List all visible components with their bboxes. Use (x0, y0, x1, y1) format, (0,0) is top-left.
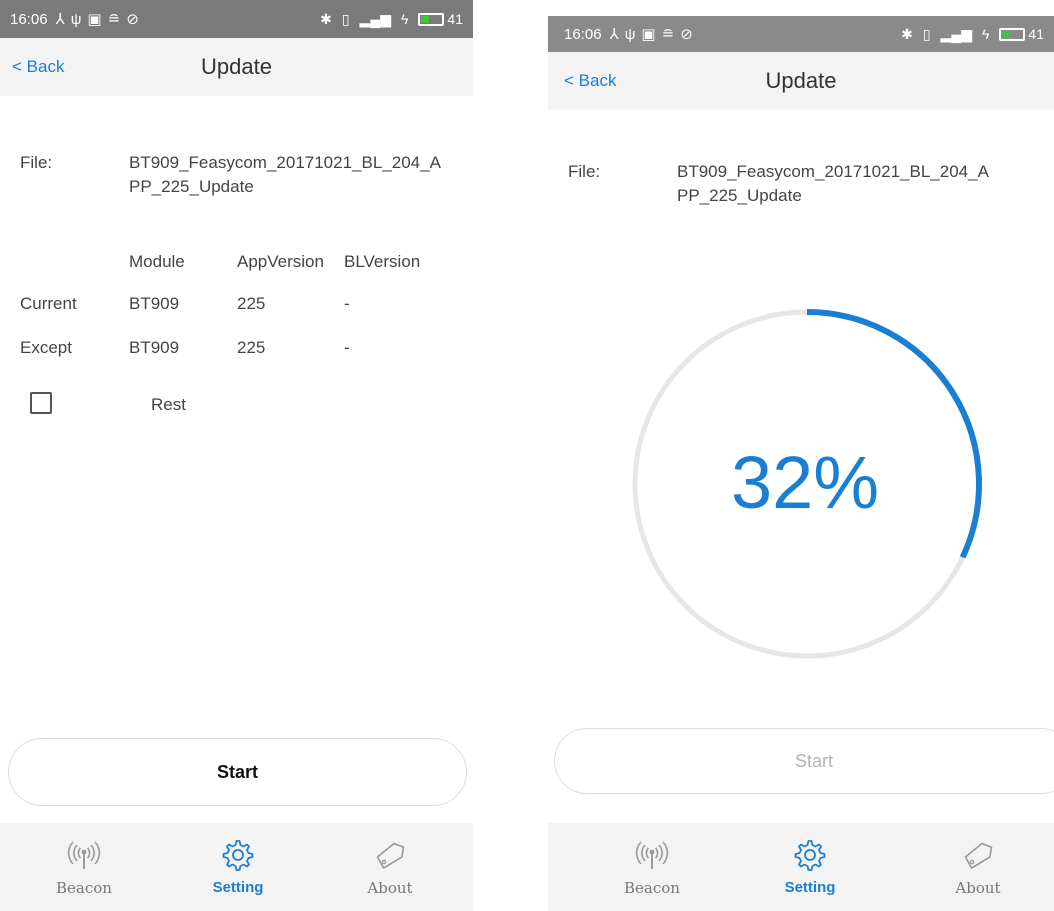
bottom-tab-bar: Beacon Setting About (0, 823, 473, 911)
vibrate-icon: ▯ (922, 25, 931, 42)
start-button[interactable]: Start (554, 728, 1054, 794)
status-bar: 16:06 ⅄ψ▣≘⊘ ✱ ▯ ▂▄▆ ϟ 41 (548, 16, 1054, 52)
usb-icon: ψ (70, 11, 88, 28)
check-icon: ⊘ (680, 26, 699, 43)
battery-icon: 41 (418, 11, 463, 27)
update-screen-initial: 16:06 ⅄ψ▣≘⊘ ✱ ▯ ▂▄▆ ϟ 41 < Back Update F… (0, 0, 473, 911)
current-module: BT909 (129, 294, 180, 313)
tab-beacon[interactable]: Beacon (592, 823, 712, 911)
tab-label: About (955, 879, 1001, 897)
tab-label: Setting (784, 879, 836, 896)
except-module: BT909 (129, 338, 180, 357)
row-label-current: Current (20, 294, 77, 313)
status-system-icons: ✱ ▯ ▂▄▆ ϟ 41 (320, 11, 463, 28)
status-bar: 16:06 ⅄ψ▣≘⊘ ✱ ▯ ▂▄▆ ϟ 41 (0, 0, 473, 38)
update-content: File: BT909_Feasycom_20171021_BL_204_A P… (0, 96, 473, 823)
current-app-version: 225 (237, 294, 266, 313)
android-debug-icon: ≘ (107, 11, 127, 28)
column-header-module: Module (129, 252, 185, 271)
file-name-line: PP_225_Update (677, 186, 802, 205)
status-time: 16:06 (10, 10, 48, 28)
bottom-tab-bar: Beacon Setting About (548, 823, 1054, 911)
battery-level: 41 (447, 11, 463, 27)
signal-4g-icon: ▂▄▆ (940, 25, 972, 42)
status-notification-icons: ⅄ψ▣≘⊘ (56, 10, 145, 28)
page-title: Update (201, 54, 272, 79)
status-notification-icons: ⅄ψ▣≘⊘ (610, 25, 699, 43)
current-bl-version: - (344, 294, 350, 313)
file-label: File: (568, 162, 601, 181)
status-system-icons: ✱ ▯ ▂▄▆ ϟ 41 (901, 26, 1044, 43)
tab-about[interactable]: About (918, 823, 1038, 911)
except-bl-version: - (344, 338, 350, 357)
battery-icon: 41 (999, 26, 1044, 42)
file-label: File: (20, 153, 53, 172)
tag-icon (964, 842, 993, 869)
navigation-bar: < Back Update (0, 38, 473, 96)
charging-icon: ϟ (401, 11, 409, 27)
beacon-icon (635, 841, 669, 869)
screenshot-icon: ▣ (87, 11, 108, 28)
reset-checkbox[interactable] (30, 392, 52, 414)
reset-label: Rest (151, 395, 186, 414)
tab-label: Setting (212, 879, 264, 896)
file-name-line: BT909_Feasycom_20171021_BL_204_A (129, 153, 441, 172)
progress-ring: 32% (625, 308, 985, 660)
update-screen-in-progress: 16:06 ⅄ψ▣≘⊘ ✱ ▯ ▂▄▆ ϟ 41 < Back Update F… (548, 0, 1054, 911)
status-time: 16:06 (564, 25, 602, 43)
file-name-line: PP_225_Update (129, 177, 254, 196)
check-icon: ⊘ (126, 11, 145, 28)
charging-icon: ϟ (982, 26, 990, 42)
usb-icon: ψ (624, 26, 642, 43)
signal-4g-icon: ▂▄▆ (359, 10, 391, 27)
column-header-bl-version: BLVersion (344, 252, 421, 271)
android-debug-icon: ≘ (661, 26, 681, 43)
tab-setting[interactable]: Setting (178, 823, 298, 911)
vibrate-icon: ▯ (341, 10, 350, 27)
file-name-line: BT909_Feasycom_20171021_BL_204_A (677, 162, 989, 181)
except-app-version: 225 (237, 338, 266, 357)
column-header-app-version: AppVersion (237, 252, 324, 271)
tab-label: About (367, 879, 413, 897)
beacon-icon (67, 841, 101, 869)
tab-label: Beacon (56, 879, 112, 897)
page-title: Update (765, 68, 837, 93)
file-name: BT909_Feasycom_20171021_BL_204_A PP_225_… (677, 160, 989, 208)
start-button[interactable]: Start (8, 738, 467, 806)
tab-setting[interactable]: Setting (750, 823, 870, 911)
usb-tether-icon: ⅄ (55, 11, 71, 28)
bluetooth-icon: ✱ (320, 10, 332, 27)
bluetooth-icon: ✱ (901, 25, 913, 42)
file-name: BT909_Feasycom_20171021_BL_204_A PP_225_… (129, 151, 441, 199)
battery-level: 41 (1028, 26, 1044, 42)
gear-icon (222, 840, 254, 871)
gear-icon (794, 840, 826, 871)
navigation-bar: < Back Update (548, 52, 1054, 110)
progress-percentage: 32% (730, 441, 880, 524)
screenshot-icon: ▣ (641, 26, 662, 43)
tab-about[interactable]: About (330, 823, 450, 911)
tab-beacon[interactable]: Beacon (24, 823, 144, 911)
tab-label: Beacon (624, 879, 680, 897)
row-label-except: Except (20, 338, 72, 357)
usb-tether-icon: ⅄ (609, 26, 625, 43)
tag-icon (376, 842, 405, 869)
